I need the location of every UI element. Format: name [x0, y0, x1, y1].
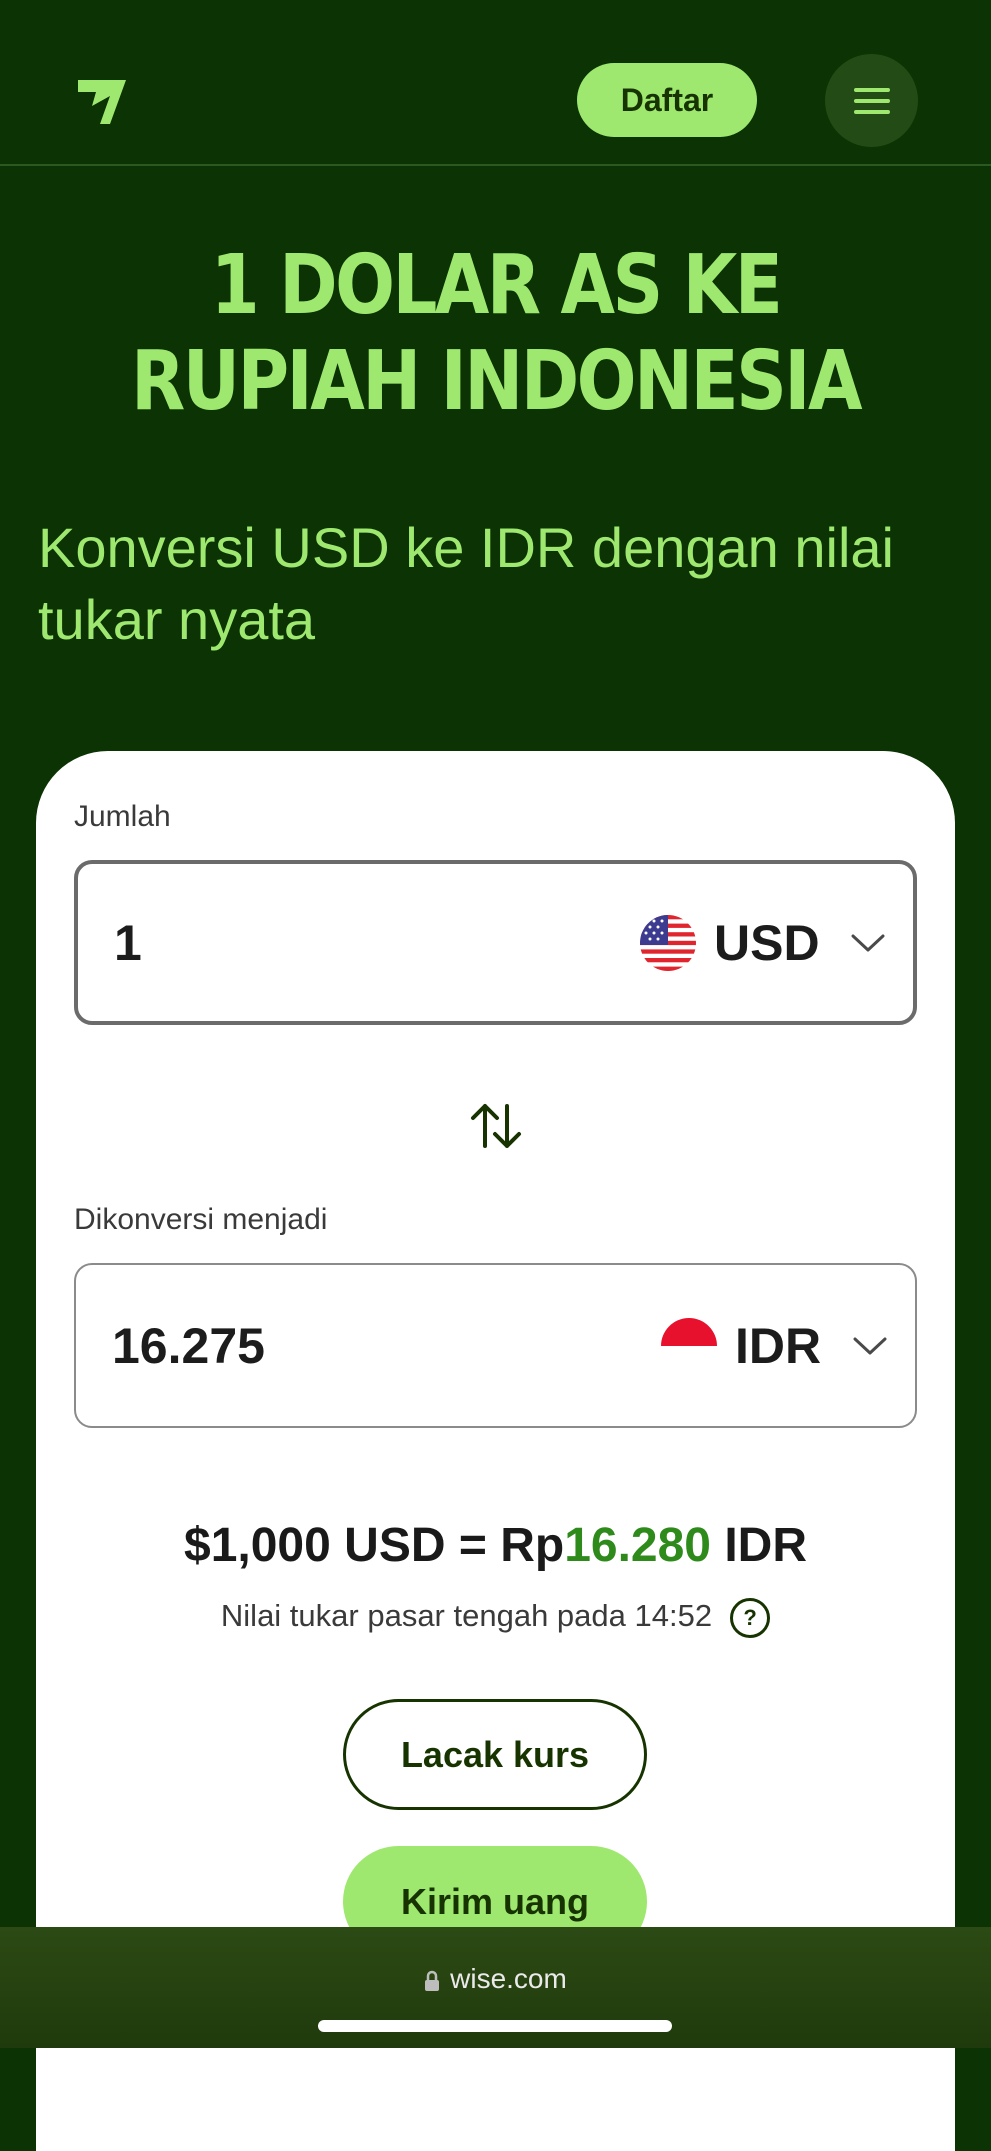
swap-arrows-icon[interactable] — [468, 1098, 524, 1154]
from-currency-code[interactable]: USD — [714, 914, 820, 972]
amount-field[interactable]: 1 USD — [74, 860, 917, 1025]
browser-address-bar[interactable]: wise.com — [0, 1927, 991, 2048]
amount-value[interactable]: 1 — [114, 914, 142, 972]
rate-note: Nilai tukar pasar tengah pada 14:52? — [0, 1598, 991, 1638]
menu-button[interactable] — [825, 54, 918, 147]
track-rate-button[interactable]: Lacak kurs — [343, 1699, 647, 1810]
hamburger-menu-icon — [853, 87, 890, 114]
converted-label: Dikonversi menjadi — [74, 1203, 328, 1236]
title-line-1: 1 DOLAR AS KE — [210, 238, 783, 333]
page-subtitle: Konversi USD ke IDR dengan nilai tukar n… — [38, 512, 968, 656]
exchange-rate: $1,000 USD = Rp16.280 IDR — [0, 1518, 991, 1573]
to-currency-code[interactable]: IDR — [735, 1317, 821, 1375]
url-display[interactable]: wise.com — [0, 1963, 991, 1995]
rate-note-text: Nilai tukar pasar tengah pada 14:52 — [220, 1598, 713, 1634]
page-title: 1 DOLAR AS KE RUPIAH INDONESIA — [69, 238, 921, 430]
wise-logo-icon[interactable] — [74, 72, 130, 128]
amount-label: Jumlah — [74, 800, 171, 833]
rate-right: IDR — [711, 1519, 807, 1572]
title-line-2: RUPIAH INDONESIA — [131, 334, 862, 429]
lock-icon — [425, 1970, 440, 1991]
rate-left: $1,000 USD = Rp — [184, 1519, 565, 1572]
rate-highlight: 16.280 — [564, 1519, 711, 1572]
us-flag-icon — [640, 914, 696, 971]
chevron-down-icon[interactable] — [853, 1336, 887, 1356]
home-indicator — [318, 2020, 672, 2032]
subtitle-line-2: tukar nyata — [38, 588, 316, 651]
converted-value[interactable]: 16.275 — [112, 1317, 265, 1375]
question-icon[interactable]: ? — [730, 1598, 771, 1638]
site-header: Daftar — [0, 0, 991, 166]
converted-field[interactable]: 16.275 IDR — [74, 1263, 917, 1428]
url-text: wise.com — [450, 1963, 567, 1994]
signup-button[interactable]: Daftar — [577, 63, 757, 137]
chevron-down-icon[interactable] — [851, 933, 885, 953]
indonesia-flag-icon — [661, 1317, 717, 1374]
subtitle-line-1: Konversi USD ke IDR dengan nilai — [38, 516, 894, 579]
